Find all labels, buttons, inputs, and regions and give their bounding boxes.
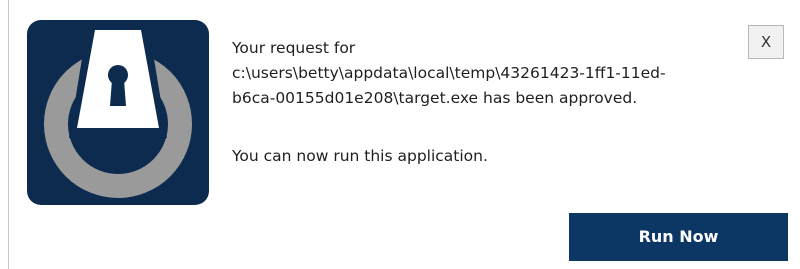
message-line-path: c:\users\betty\appdata\local\temp\432614… (232, 64, 666, 82)
close-button[interactable]: X (748, 25, 784, 59)
run-permission-message: You can now run this application. (232, 147, 488, 165)
approval-message: Your request for c:\users\betty\appdata\… (232, 36, 752, 111)
message-line: Your request for (232, 39, 356, 57)
run-now-button[interactable]: Run Now (569, 213, 788, 261)
dialog-border (8, 0, 9, 269)
approval-notification-dialog: Your request for c:\users\betty\appdata\… (0, 0, 800, 269)
message-line-path-continued: b6ca-00155d01e208\target.exe has been ap… (232, 89, 638, 107)
padlock-keyhole-icon (27, 20, 209, 205)
